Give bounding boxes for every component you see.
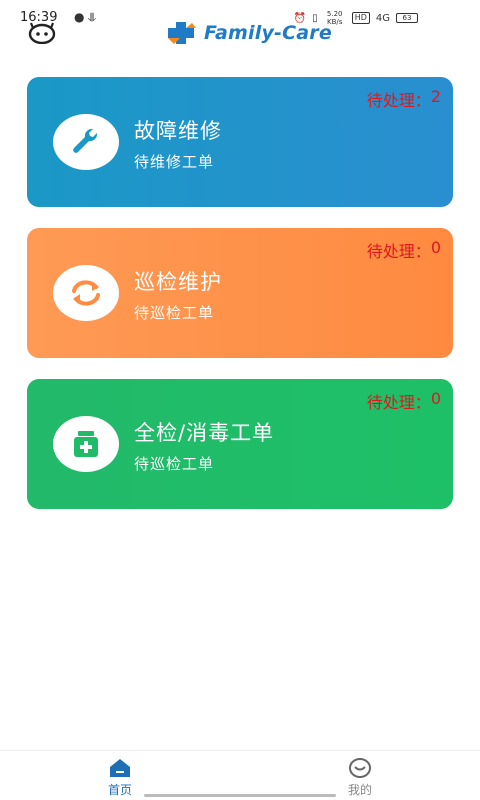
- brand-name: Family-Care: [204, 22, 332, 44]
- nav-home[interactable]: 首页: [90, 757, 150, 798]
- wrench-icon: [53, 114, 119, 170]
- back-icon[interactable]: [28, 22, 56, 44]
- brand-cross-icon: [168, 22, 196, 44]
- pending-count: 待处理： 0: [367, 238, 441, 262]
- pending-value: 0: [430, 238, 441, 257]
- user-icon: [349, 758, 371, 778]
- card-subtitle: 待巡检工单: [134, 455, 215, 473]
- card-title: 巡检维护: [134, 270, 222, 294]
- refresh-icon: [53, 265, 119, 321]
- inspection-card[interactable]: 待处理： 0 巡检维护 待巡检工单: [27, 228, 453, 358]
- gesture-bar: [144, 794, 336, 797]
- pending-label: 待处理：: [366, 393, 431, 412]
- disinfection-card[interactable]: 待处理： 0 全检/消毒工单 待巡检工单: [27, 379, 453, 509]
- card-title: 故障维修: [134, 119, 222, 143]
- pending-value: 0: [430, 389, 441, 408]
- nav-mine-label: 我的: [347, 783, 372, 797]
- brand-logo: Family-Care: [166, 18, 332, 48]
- repair-card[interactable]: 待处理： 2 故障维修 待维修工单: [27, 77, 453, 207]
- status-notification-icons: ●⥥: [74, 10, 99, 25]
- pending-label: 待处理：: [366, 91, 431, 110]
- pending-count: 待处理： 0: [367, 389, 441, 413]
- signal-label: 4G: [375, 12, 390, 24]
- pending-value: 2: [430, 87, 441, 106]
- home-icon: [110, 759, 130, 777]
- nav-mine[interactable]: 我的: [330, 757, 390, 798]
- card-title: 全检/消毒工单: [134, 421, 275, 445]
- card-subtitle: 待维修工单: [134, 153, 215, 171]
- pending-label: 待处理：: [366, 242, 431, 261]
- status-bar: 16:39 ●⥥ ⏰ ▯ 5.20 KB/s HD 4G 63 Family-C…: [0, 0, 480, 60]
- chat-bubble-icon: ●: [74, 10, 88, 24]
- pending-count: 待处理： 2: [367, 87, 441, 111]
- bottom-nav: 首页 我的: [0, 750, 480, 800]
- nav-home-label: 首页: [107, 783, 132, 797]
- battery-icon: 63: [396, 13, 418, 23]
- card-subtitle: 待巡检工单: [134, 304, 215, 322]
- download-icon: ⥥: [87, 10, 100, 24]
- medicine-bottle-icon: [53, 416, 119, 472]
- hd-badge: HD: [351, 12, 370, 24]
